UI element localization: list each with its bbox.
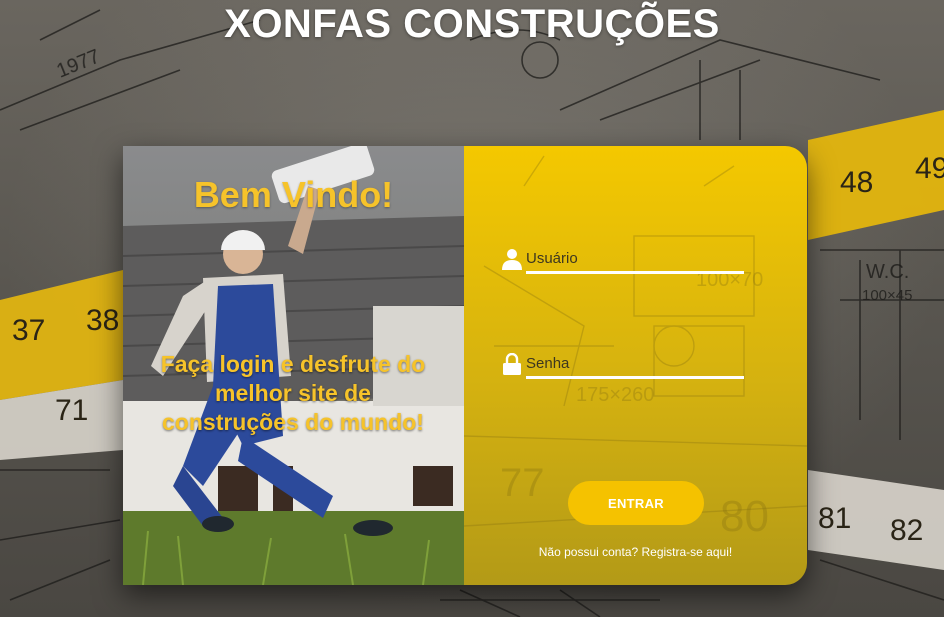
svg-text:W.C.: W.C.	[866, 261, 909, 283]
password-field	[502, 351, 746, 379]
username-input[interactable]	[526, 248, 744, 274]
svg-text:37: 37	[12, 314, 45, 347]
svg-text:82: 82	[890, 514, 923, 547]
svg-text:48: 48	[840, 166, 873, 199]
register-link[interactable]: Não possui conta? Registra-se aqui!	[539, 545, 732, 559]
register-prompt: Não possui conta? Registra-se aqui!	[464, 545, 807, 559]
svg-text:49: 49	[915, 152, 944, 185]
login-button[interactable]: ENTRAR	[568, 481, 704, 525]
user-icon	[502, 248, 522, 270]
welcome-panel: Bem Vindo! Faça login e desfrute do melh…	[123, 146, 464, 585]
svg-text:175×260: 175×260	[576, 384, 654, 406]
svg-text:81: 81	[818, 502, 851, 535]
welcome-heading: Bem Vindo!	[193, 174, 394, 215]
svg-text:38: 38	[86, 304, 119, 337]
site-title: XONFAS CONSTRUÇÕES	[224, 2, 720, 46]
svg-text:77: 77	[500, 461, 545, 505]
svg-text:80: 80	[720, 492, 769, 541]
login-panel: 100×70 175×260 77 80 Usuário ENTRAR Não …	[464, 146, 807, 585]
username-field	[502, 246, 746, 274]
lock-icon	[502, 352, 522, 375]
svg-text:71: 71	[55, 394, 88, 427]
login-card: Bem Vindo! Faça login e desfrute do melh…	[123, 146, 807, 585]
welcome-tagline: Faça login e desfrute do melhor site de …	[160, 351, 426, 435]
svg-text:100×45: 100×45	[862, 287, 912, 304]
password-input[interactable]	[526, 353, 744, 379]
